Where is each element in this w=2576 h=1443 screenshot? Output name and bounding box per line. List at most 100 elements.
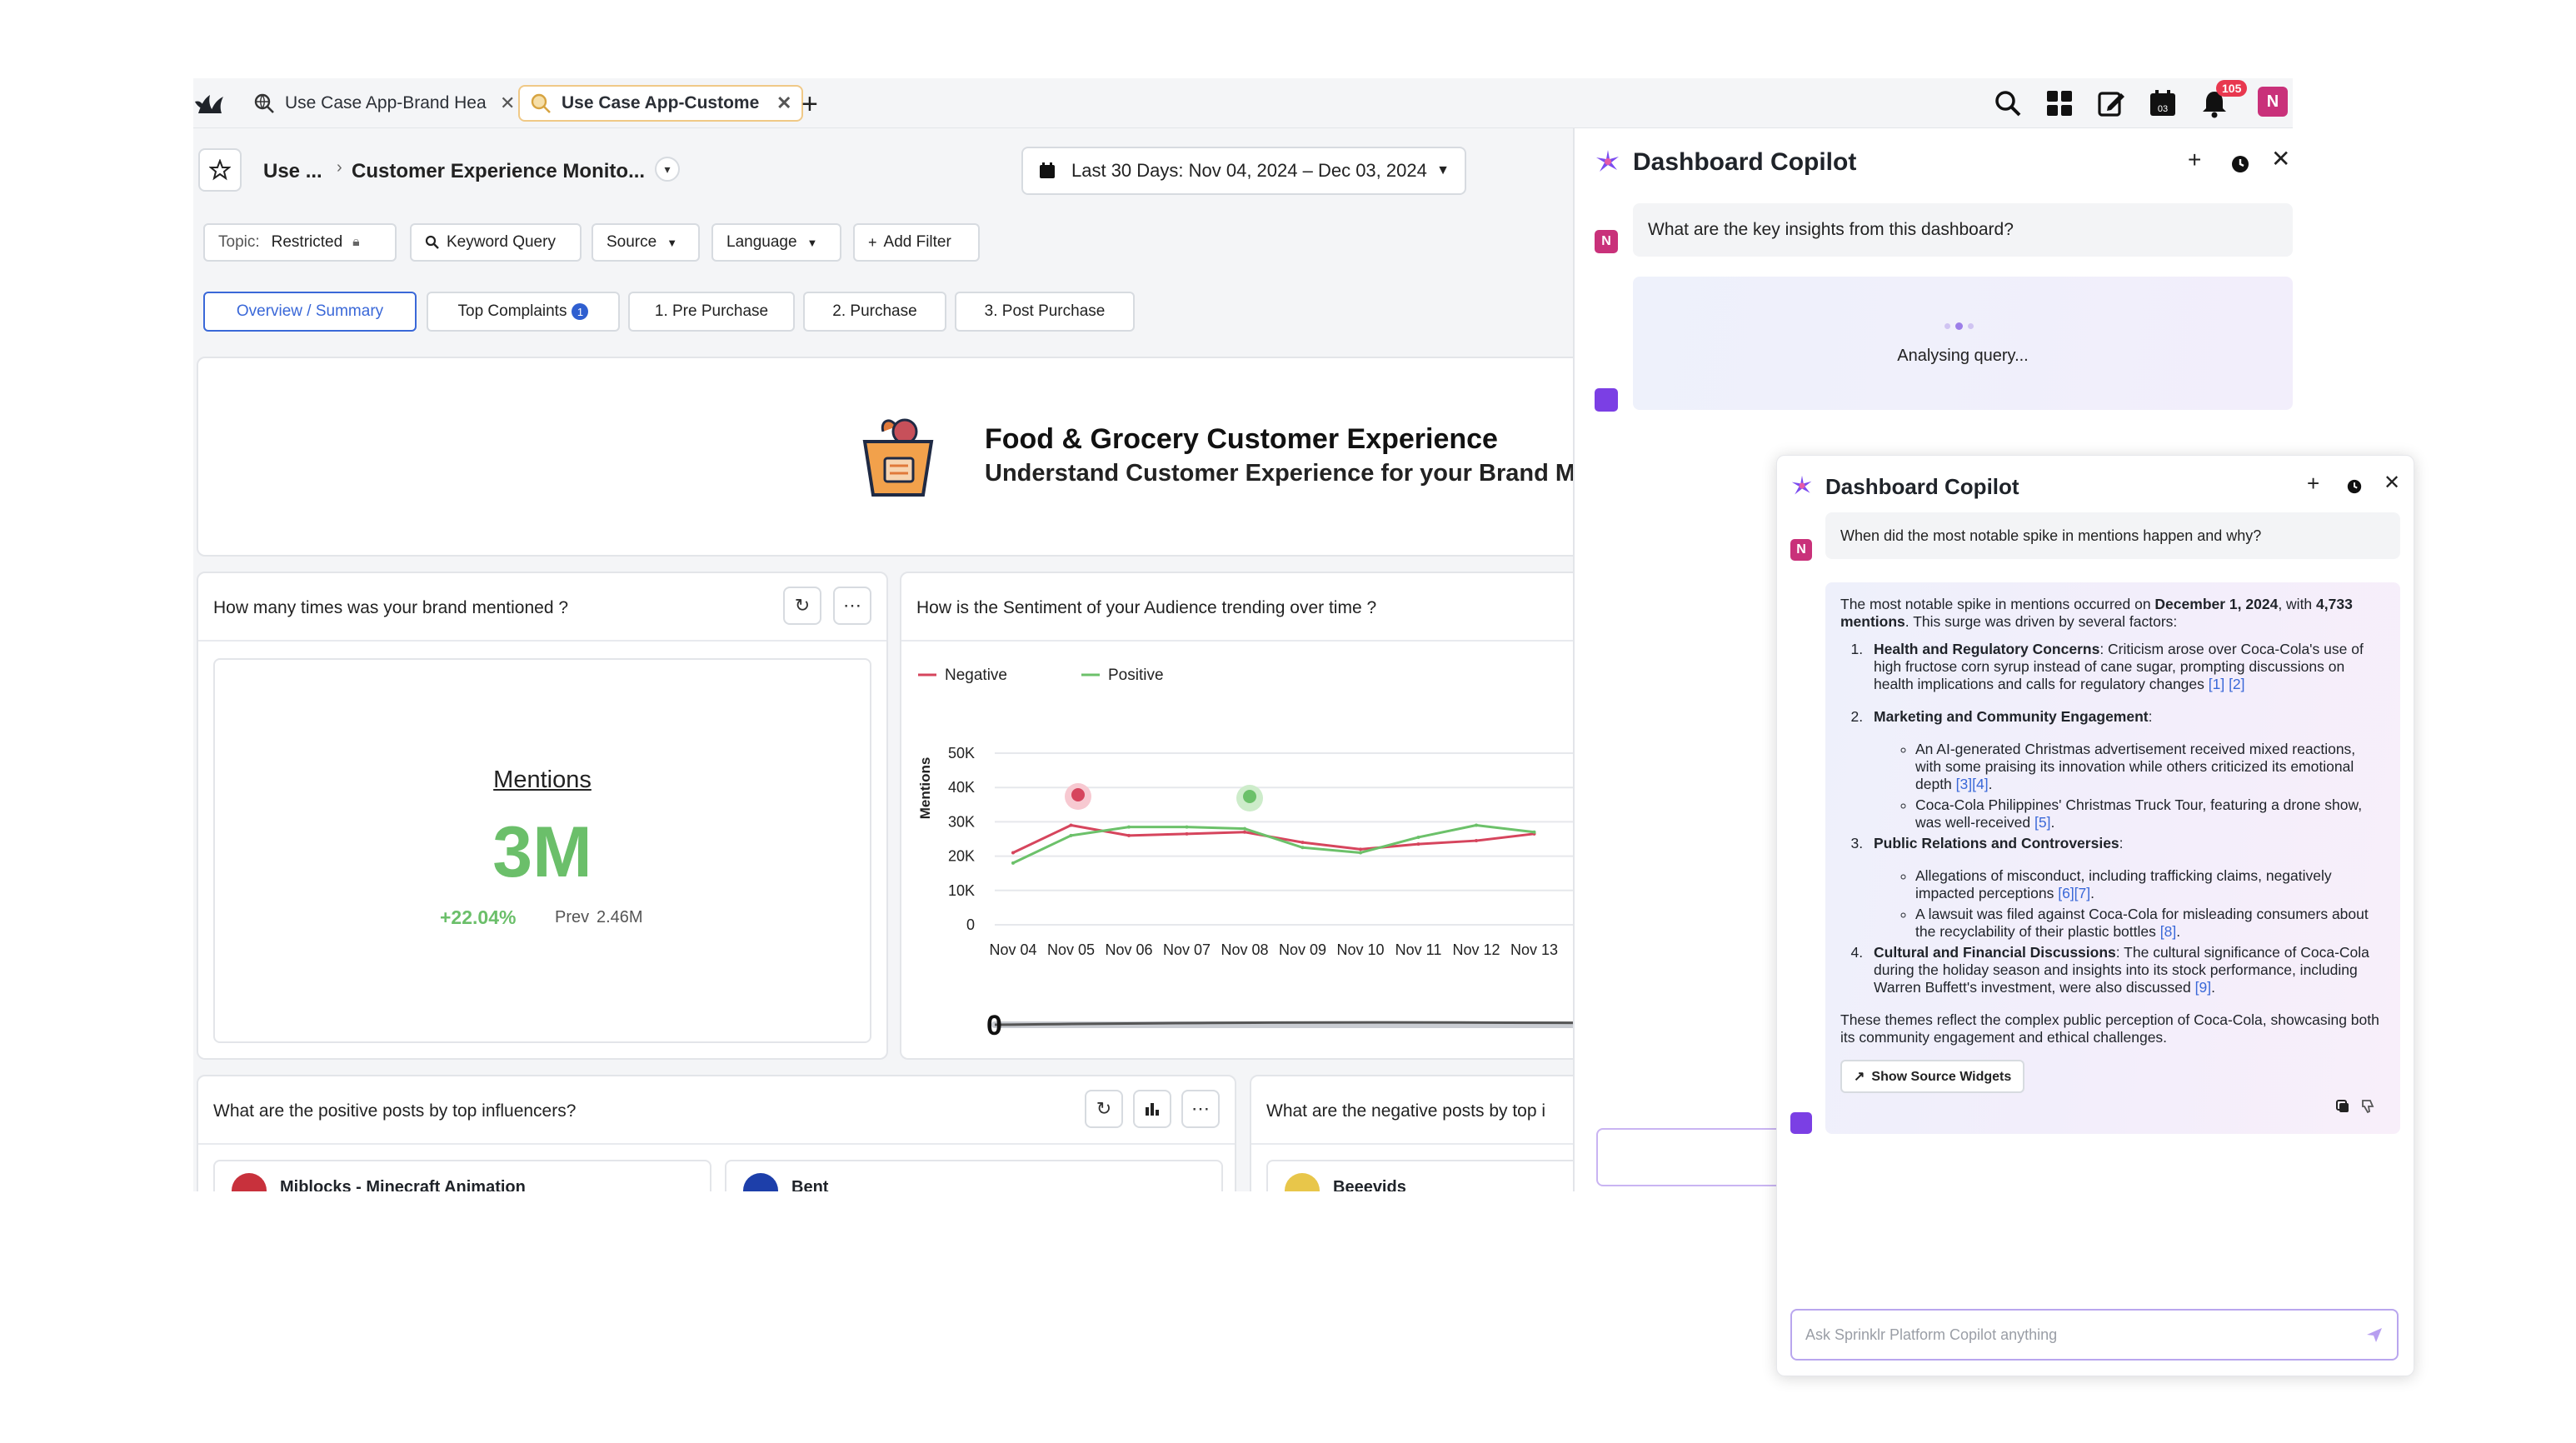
new-tab-button[interactable]: + xyxy=(801,88,818,121)
source-filter[interactable]: Source ▼ xyxy=(592,223,700,262)
sentiment-trend-widget: How is the Sentiment of your Audience tr… xyxy=(900,572,1625,1060)
sentiment-line-chart: Negative Positive 50K 40K 30K 20K 10K 0 Nov 04… xyxy=(917,667,1625,1041)
post-card[interactable]: Bent xyxy=(725,1160,1223,1191)
close-icon[interactable]: ✕ xyxy=(2384,471,2400,495)
post-card[interactable]: Miblocks - Minecraft Animation xyxy=(213,1160,711,1191)
show-source-widgets-button[interactable]: ↗ Show Source Widgets xyxy=(1840,1060,2025,1093)
data-point xyxy=(1475,839,1478,843)
copy-icon[interactable] xyxy=(2335,1099,2350,1114)
breadcrumb-parent[interactable]: Use ... xyxy=(263,160,322,183)
copilot-popup-window: Dashboard Copilot + ✕ N When did the mos… xyxy=(1776,455,2414,1376)
ask-copilot-input[interactable]: Ask Sprinklr Platform Copilot anything xyxy=(1790,1309,2399,1361)
new-chat-button[interactable]: + xyxy=(2307,471,2319,497)
data-point xyxy=(1359,847,1362,851)
topic-filter[interactable]: Topic: Restricted 🔒︎ xyxy=(203,223,397,262)
metric-value: 3M xyxy=(492,812,592,892)
dashboard-switch-dropdown[interactable]: ▾ xyxy=(655,157,680,182)
dashboard-title[interactable]: Customer Experience Monito... xyxy=(352,160,645,183)
chart-view-button[interactable] xyxy=(1133,1090,1171,1128)
close-tab-icon[interactable]: ✕ xyxy=(500,92,515,114)
copilot-sparkle-icon xyxy=(1791,475,1812,495)
data-point xyxy=(1416,835,1420,839)
date-range-label: Last 30 Days: Nov 04, 2024 – Dec 03, 202… xyxy=(1071,160,1427,181)
favorite-button[interactable] xyxy=(198,148,242,192)
button-label: Show Source Widgets xyxy=(1871,1069,2012,1084)
tab-label: Top Complaints xyxy=(457,302,567,320)
x-tick-label: Nov 07 xyxy=(1163,941,1211,958)
post-author: Bent xyxy=(791,1178,829,1191)
legend-label: Negative xyxy=(945,667,1007,684)
tab-post-purchase[interactable]: 3. Post Purchase xyxy=(955,292,1135,332)
add-filter-button[interactable]: + Add Filter xyxy=(853,223,980,262)
keyword-query-filter[interactable]: Keyword Query xyxy=(410,223,582,262)
y-tick-label: 0 xyxy=(966,916,975,933)
prev-value: 2.46M xyxy=(597,908,643,926)
thumbs-down-icon[interactable] xyxy=(2360,1099,2375,1114)
refresh-button[interactable]: ↻ xyxy=(783,587,821,625)
search-icon[interactable] xyxy=(1993,88,2023,118)
close-icon[interactable]: ✕ xyxy=(2271,145,2290,172)
calendar-icon[interactable]: 03 xyxy=(2148,88,2178,118)
post-author: Beeevids xyxy=(1333,1178,1406,1191)
text: Allegations of misconduct, including tra… xyxy=(1915,867,2332,901)
data-point xyxy=(1243,830,1246,834)
citation-link[interactable]: [3][4] xyxy=(1956,776,1989,792)
new-chat-button[interactable]: + xyxy=(2188,147,2201,173)
sprinklr-logo-icon[interactable] xyxy=(193,88,227,118)
ask-placeholder: Ask Sprinklr Platform Copilot anything xyxy=(1805,1326,2058,1343)
topic-filter-label: Topic: xyxy=(218,233,260,251)
refresh-button[interactable]: ↻ xyxy=(1085,1090,1123,1128)
tab-label: Use Case App-Custome xyxy=(562,93,760,112)
spike-marker-negative[interactable] xyxy=(1065,783,1091,810)
calendar-icon xyxy=(1040,162,1055,178)
compose-icon[interactable] xyxy=(2096,88,2126,118)
text: The most notable spike in mentions occur… xyxy=(1840,596,2155,612)
x-tick-label: Nov 10 xyxy=(1336,941,1384,958)
history-icon[interactable] xyxy=(2347,479,2362,494)
date-range-picker[interactable]: Last 30 Days: Nov 04, 2024 – Dec 03, 202… xyxy=(1021,147,1466,195)
metric-label[interactable]: Mentions xyxy=(215,766,870,794)
widget-title: What are the negative posts by top i xyxy=(1266,1101,1546,1121)
more-options-button[interactable]: ⋯ xyxy=(833,587,871,625)
globe-search-icon xyxy=(254,93,274,113)
citation-link[interactable]: [6][7] xyxy=(2058,885,2090,901)
user-avatar[interactable]: N xyxy=(2258,87,2288,117)
close-tab-icon[interactable]: ✕ xyxy=(776,92,791,114)
tab-overview-summary[interactable]: Overview / Summary xyxy=(203,292,417,332)
user-avatar: N xyxy=(1790,539,1812,561)
apps-grid-icon[interactable] xyxy=(2044,88,2074,118)
metric-tile: Mentions 3M +22.04% Prev 2.46M xyxy=(213,658,871,1043)
data-point xyxy=(1185,831,1189,836)
tab-customer-experience[interactable]: Use Case App-Custome ✕ xyxy=(518,85,804,122)
tab-pre-purchase[interactable]: 1. Pre Purchase xyxy=(628,292,795,332)
more-options-button[interactable]: ⋯ xyxy=(1181,1090,1220,1128)
analysing-status: Analysing query... xyxy=(1897,347,2029,365)
x-tick-label: Nov 04 xyxy=(989,941,1036,958)
widget-title: What are the positive posts by top influ… xyxy=(213,1101,577,1121)
post-card[interactable]: Beeevids xyxy=(1266,1160,1623,1191)
send-icon[interactable] xyxy=(2365,1326,2384,1344)
citation-link[interactable]: [9] xyxy=(2195,979,2211,996)
tab-purchase[interactable]: 2. Purchase xyxy=(803,292,946,332)
chevron-down-icon: ▼ xyxy=(806,236,818,249)
refresh-icon: ↻ xyxy=(794,595,811,616)
avatar-initial: N xyxy=(1601,234,1611,248)
tab-top-complaints[interactable]: Top Complaints 1 xyxy=(427,292,620,332)
tab-brand-health[interactable]: Use Case App-Brand Hea ✕ xyxy=(243,85,525,122)
citation-link[interactable]: [5] xyxy=(2034,814,2050,831)
banner-card: Food & Grocery Customer Experience Under… xyxy=(197,357,1613,557)
citation-link[interactable]: [8] xyxy=(2160,923,2176,940)
copilot-title: Dashboard Copilot xyxy=(1633,148,1857,176)
copilot-avatar-icon xyxy=(1790,1112,1812,1134)
range-slider[interactable]: 0 xyxy=(986,1010,1625,1041)
x-tick-label: Nov 06 xyxy=(1105,941,1152,958)
refresh-icon: ↻ xyxy=(1096,1098,1112,1119)
x-axis: Nov 04 Nov 05 Nov 06 Nov 07 Nov 08 Nov 09 Nov … xyxy=(989,941,1558,958)
spike-marker-positive[interactable] xyxy=(1236,785,1263,811)
language-filter[interactable]: Language ▼ xyxy=(711,223,841,262)
tab-label: 3. Post Purchase xyxy=(984,302,1106,320)
history-icon[interactable] xyxy=(2231,155,2249,173)
citation-link[interactable]: [1] [2] xyxy=(2209,676,2245,692)
slider-handle-label: 0 xyxy=(986,1010,1002,1041)
divider xyxy=(198,640,886,642)
